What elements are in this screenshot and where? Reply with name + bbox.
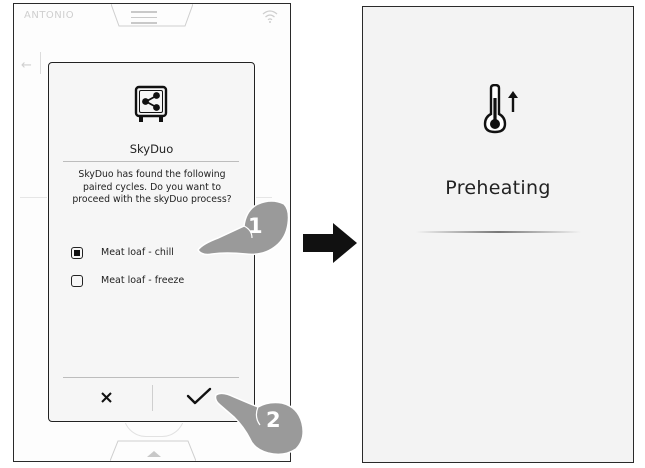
status-text: ANTONIO	[24, 10, 75, 21]
pointing-hand-icon	[197, 200, 290, 256]
step-number: 2	[266, 408, 281, 432]
transition-arrow-icon	[303, 223, 357, 263]
bottom-tab	[110, 440, 196, 461]
divider	[40, 52, 41, 74]
checkbox-fill	[74, 250, 80, 256]
menu-icon[interactable]	[131, 11, 157, 28]
skyduo-share-icon	[134, 85, 168, 122]
close-icon	[101, 392, 112, 403]
thermometer-up-icon	[483, 84, 518, 134]
step-number: 1	[248, 214, 263, 238]
checkbox[interactable]	[71, 247, 83, 259]
option-label: Meat loaf - freeze	[101, 275, 185, 286]
expand-caret-icon[interactable]	[147, 451, 161, 457]
step-1-pointer: 1	[196, 196, 291, 262]
cancel-button[interactable]	[79, 383, 134, 415]
divider	[63, 161, 239, 162]
preheating-screen: Preheating	[362, 6, 634, 463]
message-line: paired cycles. Do you want to	[82, 181, 222, 193]
pointing-hand-icon	[214, 392, 304, 456]
back-arrow-icon: ←	[21, 58, 32, 73]
wifi-icon	[262, 10, 278, 23]
divider	[152, 385, 153, 411]
status-bar: ANTONIO	[14, 4, 290, 32]
option-label: Meat loaf - chill	[101, 247, 174, 258]
status-title: Preheating	[445, 177, 551, 199]
dialog-title: SkyDuo	[129, 142, 174, 156]
message-line: SkyDuo has found the following	[78, 169, 226, 180]
step-2-pointer: 2	[214, 387, 306, 461]
progress-indicator	[416, 231, 581, 233]
checkbox[interactable]	[71, 275, 83, 287]
divider	[63, 377, 239, 378]
